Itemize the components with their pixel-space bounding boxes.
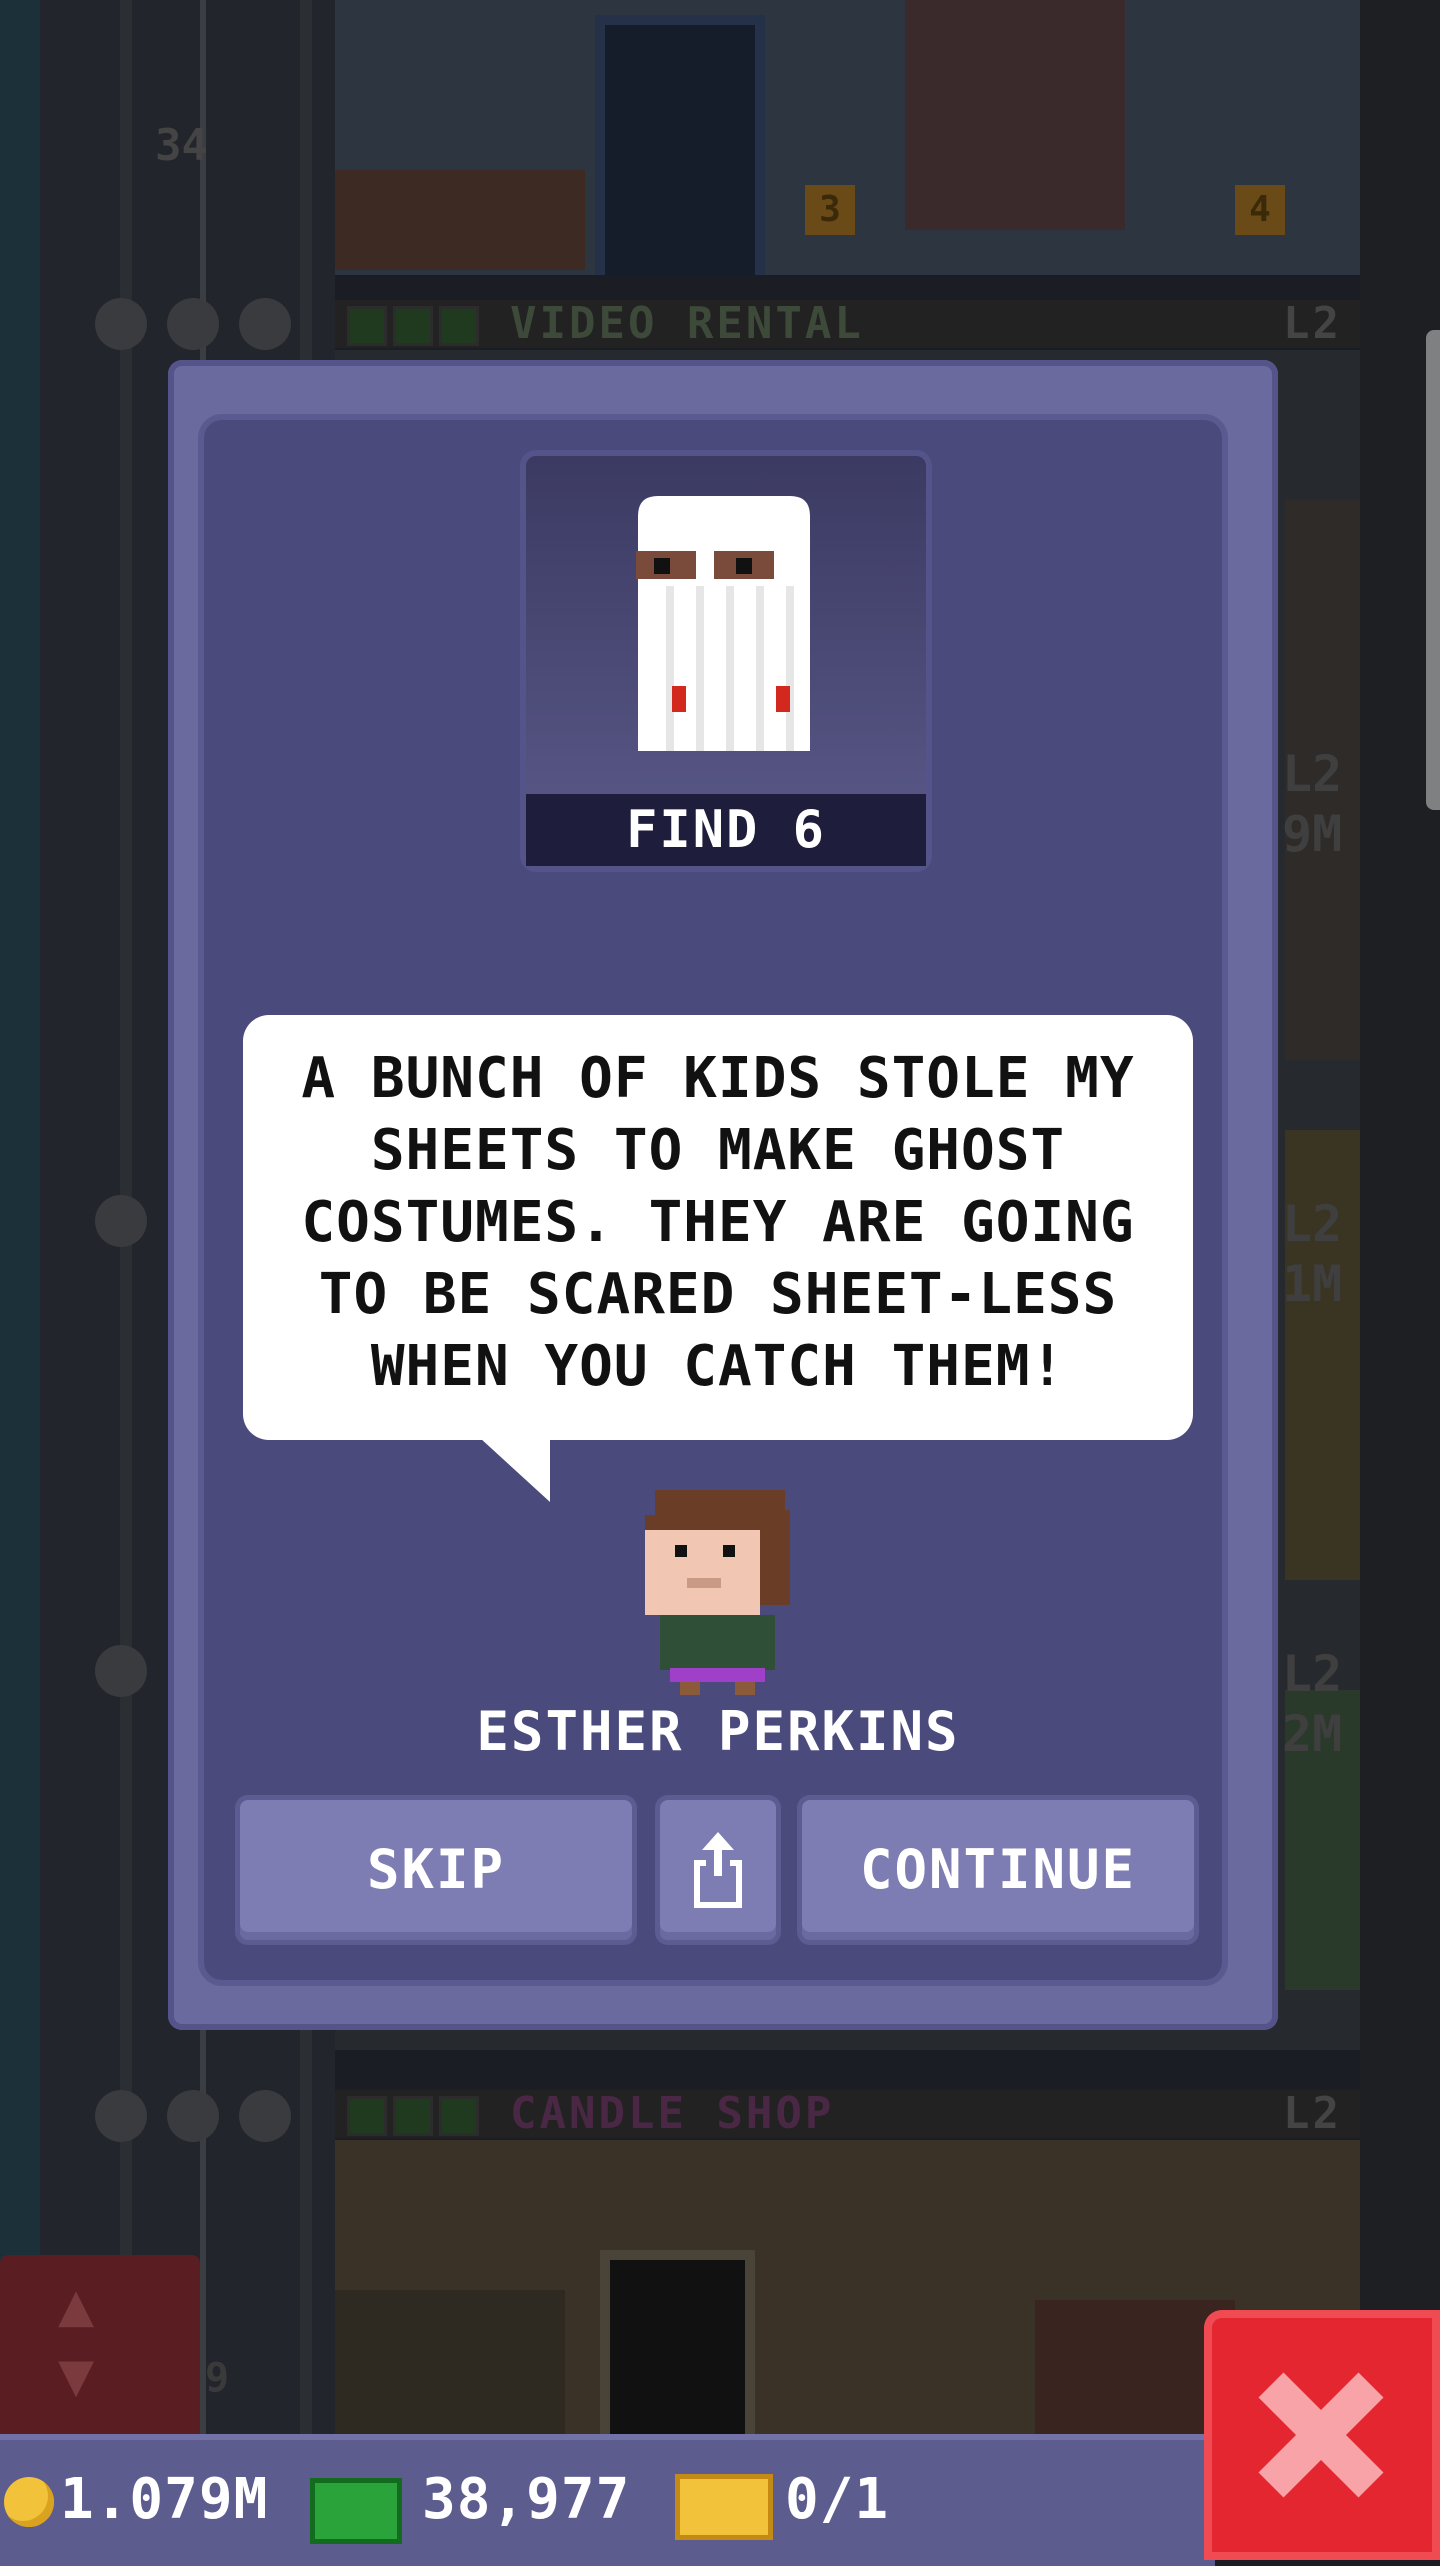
- ghost-icon: [636, 496, 810, 751]
- check-icon: [393, 2096, 433, 2136]
- floor-shelf: [335, 170, 585, 270]
- star-icon: [95, 1645, 147, 1697]
- floor-level: L2: [1283, 298, 1342, 349]
- check-icon: [393, 306, 433, 346]
- side-level: 2M: [1282, 1705, 1343, 1763]
- floor-shelf: [335, 2290, 565, 2440]
- side-level: 9M: [1282, 805, 1343, 863]
- floor-banner: CANDLE SHOP L2: [335, 2090, 1360, 2138]
- skip-button[interactable]: SKIP: [240, 1800, 632, 1940]
- side-level: L2: [1282, 1645, 1343, 1703]
- check-icon: [439, 306, 479, 346]
- tickets-count: 0/1: [785, 2467, 890, 2532]
- side-drawer-handle[interactable]: [1426, 330, 1440, 810]
- checkmarks: [347, 2096, 485, 2146]
- share-icon: [694, 1832, 742, 1908]
- floor-stars: [95, 298, 311, 354]
- windmill-decor: [905, 0, 1125, 230]
- elevator-arrows-icon: ▲: [58, 2270, 95, 2340]
- speech-bubble-tail: [480, 1438, 550, 1502]
- side-level: L2: [1282, 1195, 1343, 1253]
- star-icon: [95, 298, 147, 350]
- floor-video-rental[interactable]: 3 4: [335, 0, 1360, 275]
- elevator-arrows-icon: ▼: [58, 2340, 95, 2410]
- npc-name: ESTHER PERKINS: [476, 1700, 960, 1763]
- shaft-wall: [0, 0, 40, 2560]
- floor-door: [595, 15, 765, 275]
- elevator-button[interactable]: ▲ ▼: [0, 2255, 200, 2445]
- floor-door: [600, 2250, 755, 2440]
- door-badge: 3: [805, 185, 855, 235]
- check-icon: [347, 2096, 387, 2136]
- npc-avatar: [645, 1490, 790, 1695]
- continue-button[interactable]: CONTINUE: [802, 1800, 1194, 1940]
- share-button[interactable]: [660, 1800, 776, 1940]
- floor-name: VIDEO RENTAL: [510, 298, 864, 349]
- mission-goal: FIND 6: [526, 794, 926, 866]
- elevator-floor-hint: 9: [205, 2355, 230, 2401]
- star-icon: [167, 2090, 219, 2142]
- check-icon: [347, 306, 387, 346]
- coins-count: 1.079M: [60, 2467, 269, 2532]
- check-icon: [439, 2096, 479, 2136]
- door-badge: 4: [1235, 185, 1285, 235]
- ticket-icon: [675, 2474, 773, 2540]
- coin-icon: [4, 2477, 54, 2527]
- star-icon: [167, 298, 219, 350]
- elevator-rail: [120, 0, 132, 2560]
- side-level: L2: [1282, 745, 1343, 803]
- star-icon: [239, 2090, 291, 2142]
- floor-stars: [95, 1645, 167, 1701]
- npc-quote: A BUNCH OF KIDS STOLE MY SHEETS TO MAKE …: [301, 1046, 1135, 1399]
- star-icon: [239, 298, 291, 350]
- close-button[interactable]: [1204, 2310, 1440, 2560]
- floor-banner: VIDEO RENTAL L2: [335, 300, 1360, 348]
- floor-number: 34: [155, 120, 208, 171]
- star-icon: [95, 2090, 147, 2142]
- floor-level: L2: [1283, 2088, 1342, 2139]
- bux-count: 38,977: [422, 2467, 631, 2532]
- status-bar: 1.079M 38,977 0/1: [0, 2434, 1215, 2566]
- floor-name: CANDLE SHOP: [510, 2088, 835, 2139]
- floor-stars: [95, 2090, 311, 2146]
- side-level: 1M: [1282, 1255, 1343, 1313]
- star-icon: [95, 1195, 147, 1247]
- close-icon: [1258, 2372, 1384, 2498]
- mission-portrait: FIND 6: [520, 450, 932, 872]
- speech-bubble: A BUNCH OF KIDS STOLE MY SHEETS TO MAKE …: [243, 1015, 1193, 1440]
- bux-icon: [310, 2478, 402, 2544]
- floor-stars: [95, 1195, 167, 1251]
- checkmarks: [347, 306, 485, 356]
